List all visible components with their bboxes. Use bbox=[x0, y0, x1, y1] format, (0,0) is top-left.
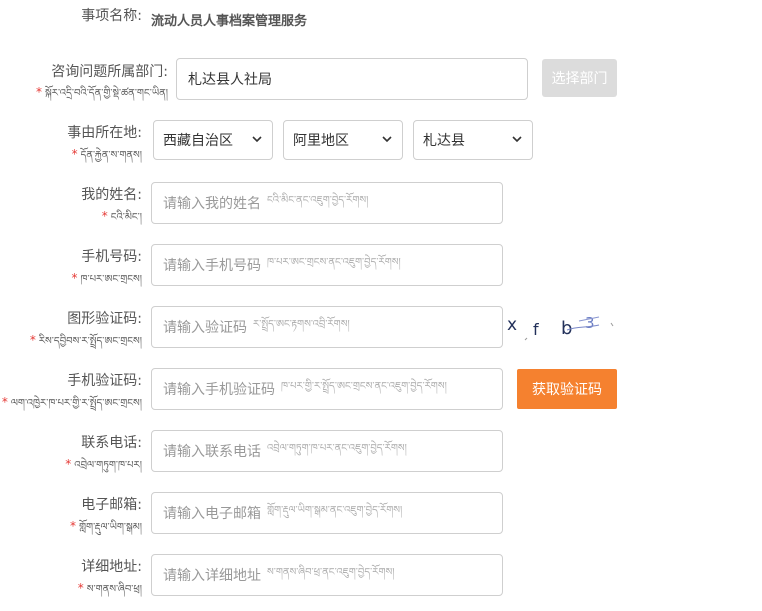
email-label-tibetan: * གློག་རྡུལ་ཡིག་སྒམ། bbox=[69, 519, 142, 533]
province-select[interactable]: 西藏自治区 bbox=[153, 120, 273, 160]
address-label-tibetan: * ས་གནས་ཞིབ་ཕྲ། bbox=[77, 581, 142, 595]
item-name-label: 事项名称: bbox=[81, 8, 142, 24]
chevron-down-icon bbox=[382, 136, 392, 143]
phone-input[interactable]: 请输入手机号码 ཁ་པར་ཨང་གྲངས་ནང་འཇུག་བྱེད་རོགས། bbox=[151, 244, 503, 286]
captcha-input[interactable]: 请输入验证码 ར་སྤྲོད་ཨང་རྟགས་འབྲི་རོགས། bbox=[151, 306, 503, 348]
prefecture-select[interactable]: 阿里地区 bbox=[283, 120, 403, 160]
phone-label-tibetan: * ཁ་པར་ཨང་གྲངས། bbox=[71, 271, 143, 285]
location-label: 事由所在地: bbox=[67, 125, 142, 141]
department-label: 咨询问题所属部门: bbox=[51, 64, 168, 80]
svg-text:f: f bbox=[533, 320, 539, 339]
captcha-label-tibetan: * རིས་དབྱིབས་ར་སྤྲོད་ཨང་གྲངས། bbox=[29, 333, 142, 347]
location-label-tibetan: * དོན་རྐྱེན་ས་གནས། bbox=[71, 147, 142, 161]
county-select[interactable]: 札达县 bbox=[413, 120, 533, 160]
captcha-label: 图形验证码: bbox=[67, 311, 142, 327]
name-label: 我的姓名: bbox=[81, 187, 142, 203]
address-input[interactable]: 请输入详细地址 ས་གནས་ཞིབ་ཕྲ་ནང་འཇུག་བྱེད་རོགས། bbox=[151, 554, 503, 596]
sms-code-input[interactable]: 请输入手机验证码 ཁ་པར་གྱི་ར་སྤྲོད་ཨང་གྲངས་ནང་འཇུག… bbox=[151, 368, 503, 410]
captcha-image[interactable]: x f b 3 bbox=[505, 308, 617, 348]
chevron-down-icon bbox=[512, 136, 522, 143]
prefecture-value: 阿里地区 bbox=[293, 133, 349, 149]
sms-code-label: 手机验证码: bbox=[67, 373, 142, 389]
select-department-button[interactable]: 选择部门 bbox=[542, 59, 617, 97]
department-label-tibetan: * སྐོར་འདྲི་བའི་དོན་གྱི་སྡེ་ཚན་གང་ཡིན། bbox=[36, 85, 168, 99]
name-input[interactable]: 请输入我的姓名 ངའི་མིང་ནང་འཇུག་བྱེད་རོགས། bbox=[151, 182, 503, 224]
contact-phone-input[interactable]: 请输入联系电话 འབྲེལ་གཏུག་ཁ་པར་ནང་འཇུག་བྱེད་རོགས… bbox=[151, 430, 503, 472]
item-name-value: 流动人员人事档案管理服务 bbox=[151, 14, 308, 29]
sms-code-label-tibetan: * ལག་འཁྱེར་ཁ་པར་གྱི་ར་སྤྲོད་ཨང་གྲངས། bbox=[1, 395, 142, 409]
province-value: 西藏自治区 bbox=[163, 133, 233, 149]
get-code-button[interactable]: 获取验证码 bbox=[517, 369, 617, 409]
svg-text:3: 3 bbox=[585, 314, 595, 332]
address-label: 详细地址: bbox=[81, 559, 142, 575]
chevron-down-icon bbox=[252, 136, 262, 143]
phone-label: 手机号码: bbox=[81, 249, 142, 265]
name-label-tibetan: * ངའི་མིང་། bbox=[101, 209, 142, 223]
department-field[interactable]: 札达县人社局 bbox=[176, 58, 528, 100]
contact-phone-label-tibetan: * འབྲེལ་གཏུག་ཁ་པར། bbox=[65, 457, 142, 471]
county-value: 札达县 bbox=[423, 133, 465, 149]
svg-text:x: x bbox=[507, 315, 517, 335]
email-input[interactable]: 请输入电子邮箱 གློག་རྡུལ་ཡིག་སྒམ་ནང་འཇུག་བྱེད་རོ… bbox=[151, 492, 503, 534]
email-label: 电子邮箱: bbox=[81, 497, 142, 513]
contact-phone-label: 联系电话: bbox=[81, 435, 142, 451]
